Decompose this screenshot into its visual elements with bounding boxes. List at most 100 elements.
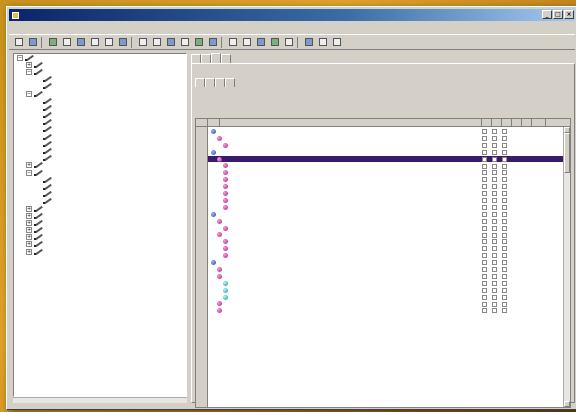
row-checkbox[interactable] <box>482 198 487 203</box>
tree-item[interactable] <box>14 83 186 90</box>
grid-row[interactable] <box>208 259 570 266</box>
row-checkbox[interactable] <box>492 177 497 183</box>
row-checkbox[interactable] <box>482 177 487 183</box>
close-button[interactable]: × <box>564 10 574 19</box>
print-icon[interactable] <box>47 36 59 48</box>
row-checkbox[interactable] <box>502 198 507 203</box>
tab-sub-3[interactable] <box>225 78 235 87</box>
row-checkbox[interactable] <box>502 149 507 155</box>
row-checkbox[interactable] <box>502 177 507 183</box>
grid1-icon[interactable] <box>137 36 149 48</box>
tree-item[interactable] <box>14 176 186 183</box>
row-checkbox[interactable] <box>502 260 507 266</box>
grid4-icon[interactable] <box>179 36 191 48</box>
grid-row[interactable] <box>208 218 570 225</box>
grid-column-header[interactable] <box>208 119 220 127</box>
row-checkbox[interactable] <box>502 218 507 224</box>
grid14-icon[interactable] <box>331 36 343 48</box>
tree-item[interactable] <box>14 104 186 111</box>
row-checkbox[interactable] <box>482 191 487 197</box>
grid-column-header[interactable] <box>482 119 492 127</box>
grid-column-header[interactable] <box>220 119 482 127</box>
tree-item[interactable]: + <box>14 234 186 241</box>
grid-row[interactable] <box>208 163 570 170</box>
tab-main-2[interactable] <box>211 53 221 63</box>
tree-view[interactable]: − + − − + − + + + + + + + <box>13 53 187 397</box>
row-checkbox[interactable] <box>482 218 487 224</box>
expand-icon[interactable]: + <box>26 241 32 248</box>
tree-item[interactable]: + <box>14 162 186 169</box>
row-checkbox[interactable] <box>482 253 487 259</box>
row-checkbox[interactable] <box>482 211 487 217</box>
row-checkbox[interactable] <box>502 184 507 190</box>
row-checkbox[interactable] <box>502 191 507 197</box>
grid-row[interactable] <box>208 294 570 301</box>
row-checkbox[interactable] <box>482 156 487 162</box>
row-checkbox[interactable] <box>492 163 497 169</box>
expand-icon[interactable]: + <box>26 219 32 226</box>
tree-item[interactable] <box>14 119 186 126</box>
grid11-icon[interactable] <box>283 36 295 48</box>
grid-row[interactable] <box>208 197 570 204</box>
grid-row[interactable] <box>208 238 570 245</box>
tree-item[interactable] <box>14 155 186 162</box>
row-checkbox[interactable] <box>482 301 487 307</box>
row-checkbox[interactable] <box>482 204 487 210</box>
row-checkbox[interactable] <box>492 239 497 245</box>
grid3-icon[interactable] <box>165 36 177 48</box>
tree-item[interactable]: + <box>14 212 186 219</box>
tab-main-0[interactable] <box>191 54 201 63</box>
tab-sub-1[interactable] <box>205 78 215 87</box>
tab-main-1[interactable] <box>201 54 211 63</box>
grid-row[interactable] <box>208 211 570 218</box>
row-checkbox[interactable] <box>502 135 507 141</box>
copy-icon[interactable] <box>75 36 87 48</box>
tree-item[interactable] <box>14 76 186 83</box>
tree-item[interactable]: + <box>14 219 186 226</box>
row-checkbox[interactable] <box>502 287 507 293</box>
grid-row[interactable] <box>208 307 570 314</box>
row-checkbox[interactable] <box>492 267 497 272</box>
grid-row[interactable] <box>208 273 570 280</box>
row-checkbox[interactable] <box>492 211 497 217</box>
row-checkbox[interactable] <box>482 142 487 148</box>
row-checkbox[interactable] <box>502 294 507 300</box>
row-checkbox[interactable] <box>482 260 487 266</box>
row-checkbox[interactable] <box>492 204 497 210</box>
grid-row[interactable] <box>208 225 570 232</box>
grid-column-header[interactable] <box>522 119 532 127</box>
row-checkbox[interactable] <box>492 170 497 176</box>
row-checkbox[interactable] <box>492 294 497 300</box>
collapse-icon[interactable]: − <box>26 169 32 176</box>
grid-row[interactable] <box>208 155 570 163</box>
row-checkbox[interactable] <box>502 301 507 307</box>
tab-sub-2[interactable] <box>215 78 225 87</box>
tree-item[interactable]: + <box>14 248 186 255</box>
row-checkbox[interactable] <box>492 142 497 148</box>
row-checkbox[interactable] <box>492 184 497 190</box>
collapse-icon[interactable]: − <box>17 54 23 61</box>
tree-item[interactable]: − <box>14 90 186 97</box>
expand-icon[interactable]: + <box>26 234 32 241</box>
grid13-icon[interactable] <box>317 36 329 48</box>
tab-main-3[interactable] <box>221 54 231 63</box>
row-checkbox[interactable] <box>502 170 507 176</box>
row-checkbox[interactable] <box>482 170 487 176</box>
row-checkbox[interactable] <box>482 232 487 238</box>
grid7-icon[interactable] <box>227 36 239 48</box>
row-checkbox[interactable] <box>502 308 507 314</box>
title-bar[interactable]: _ □ × <box>9 9 575 21</box>
tree-item[interactable] <box>14 198 186 205</box>
grid-row[interactable] <box>208 176 570 183</box>
grid2-icon[interactable] <box>151 36 163 48</box>
tab-sub-0[interactable] <box>195 78 205 87</box>
row-checkbox[interactable] <box>502 204 507 210</box>
tree-item[interactable] <box>14 147 186 155</box>
row-checkbox[interactable] <box>492 287 497 293</box>
grid-row[interactable] <box>208 128 570 135</box>
expand-icon[interactable]: + <box>26 227 32 234</box>
row-checkbox[interactable] <box>482 184 487 190</box>
grid-column-header[interactable] <box>512 119 522 127</box>
row-checkbox[interactable] <box>502 280 507 286</box>
tree-item[interactable]: − <box>14 169 186 176</box>
